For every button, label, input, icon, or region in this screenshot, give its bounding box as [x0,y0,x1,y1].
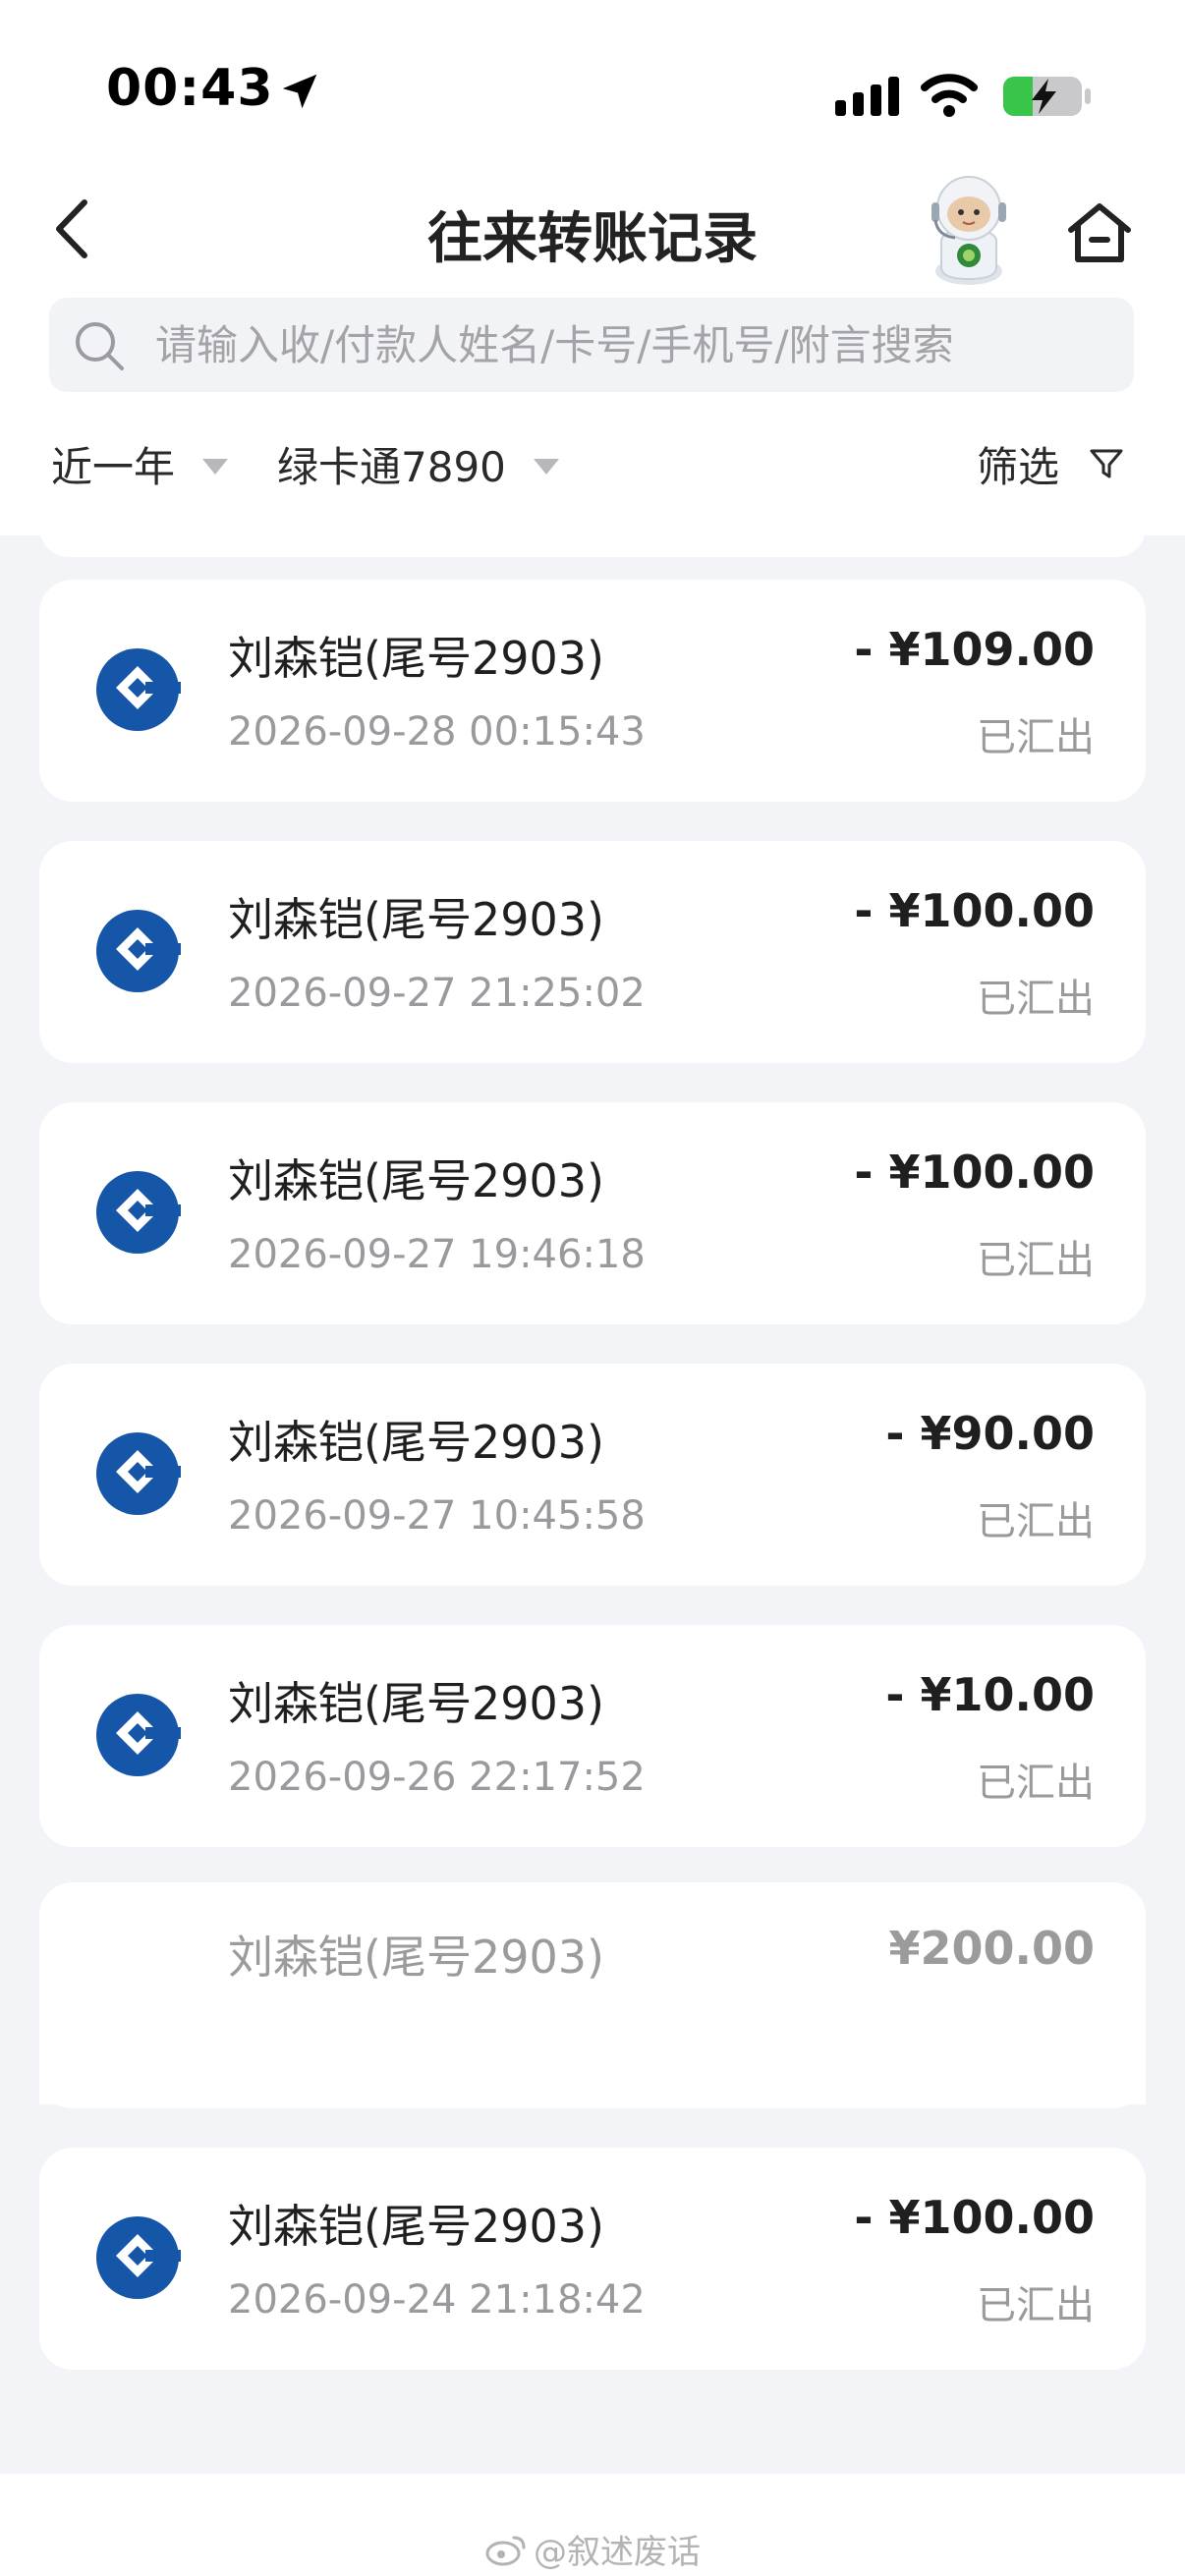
record-payee: 刘森铠(尾号2903) [228,632,604,685]
transfer-record[interactable]: 刘森铠(尾号2903) 2026-09-24 21:18:42 - ¥100.00 已… [39,2148,1146,2370]
record-datetime: 2026-09-28 00:15:43 [228,709,646,755]
record-amount: - ¥100.00 [854,2191,1095,2244]
record-datetime: 2026-09-27 19:46:18 [228,1232,646,1277]
assistant-mascot-icon[interactable] [916,173,1022,287]
location-arrow-icon [282,74,317,109]
transfer-record[interactable]: 刘森铠(尾号2903) 2026-09-27 19:46:18 - ¥100.00 已… [39,1102,1146,1324]
transfer-record[interactable]: 刘森铠(尾号2903) 2026-09-28 00:15:43 - ¥109.00 已… [39,580,1146,802]
watermark: @叙述废话 [0,2525,1185,2573]
record-payee: 刘森铠(尾号2903) [228,2200,604,2253]
weibo-logo-icon [485,2536,526,2565]
record-amount: - ¥100.00 [854,1146,1095,1199]
record-status: 已汇出 [977,1761,1095,1806]
record-status: 已汇出 [977,2283,1095,2328]
status-time: 00:43 [106,59,274,118]
ccb-bank-logo-icon [96,1694,181,1776]
ccb-bank-logo-icon [96,648,181,731]
record-datetime: 2026-09-27 10:45:58 [228,1493,646,1539]
search-input[interactable] [155,317,1118,372]
chevron-down-icon [533,459,559,475]
ccb-bank-logo-icon [96,1171,181,1254]
top-panel: 00:43 往来转账记录 请输入收/付款人姓名/卡号/手机号/附言搜索 近一年 … [0,0,1185,535]
record-amount: - ¥109.00 [854,623,1095,676]
record-status: 已汇出 [977,715,1095,760]
status-bar: 00:43 [0,0,1185,147]
record-payee: 刘森铠(尾号2903) [228,1416,604,1469]
ccb-bank-logo-icon [96,1432,181,1515]
wifi-icon [921,74,978,117]
chevron-down-icon [202,459,229,475]
cellular-signal-icon [835,77,899,116]
period-label: 近一年 [51,442,176,491]
home-icon[interactable] [1065,200,1134,265]
record-payee: 刘森铠(尾号2903) [228,1677,604,1730]
record-amount: ¥200.00 [888,1922,1095,1975]
record-status: 已汇出 [977,1238,1095,1283]
previous-card-edge [39,528,1146,557]
record-payee: 刘森铠(尾号2903) [228,1154,604,1207]
transfer-record[interactable]: 刘森铠(尾号2903) 2026-09-27 21:25:02 - ¥100.00 已… [39,841,1146,1063]
funnel-icon [1090,449,1123,478]
record-status: 已汇出 [977,1499,1095,1544]
period-dropdown[interactable]: 近一年 [51,436,229,491]
transfer-record[interactable]: 刘森铠(尾号2903) 2026-09-27 10:45:58 - ¥90.00 已汇… [39,1364,1146,1586]
search-bar[interactable] [49,298,1134,392]
card-dropdown[interactable]: 绿卡通7890 [277,436,559,491]
record-amount: - ¥100.00 [854,884,1095,937]
record-payee: 刘森铠(尾号2903) [228,1931,604,1984]
ccb-bank-logo-icon [96,2216,181,2299]
record-datetime: 2026-09-24 21:18:42 [228,2277,646,2323]
record-status: 已汇出 [977,977,1095,1022]
record-amount: - ¥10.00 [885,1668,1095,1721]
search-icon [76,322,124,370]
record-payee: 刘森铠(尾号2903) [228,893,604,946]
record-datetime: 2026-09-27 21:25:02 [228,971,646,1016]
battery-charging-icon [1003,77,1091,116]
transfer-record[interactable]: 刘森铠(尾号2903) 2026-09-26 22:17:52 - ¥10.00 已汇… [39,1625,1146,1847]
record-amount: - ¥90.00 [885,1407,1095,1460]
ccb-bank-logo-icon [96,910,181,992]
card-label: 绿卡通7890 [277,442,506,491]
filter-label: 筛选 [977,442,1060,491]
record-datetime: 2026-09-26 22:17:52 [228,1755,646,1800]
transfer-record-partial[interactable]: 刘森铠(尾号2903) ¥200.00 [39,1882,1146,2104]
watermark-text: @叙述废话 [534,2533,701,2572]
filter-button[interactable]: 筛选 [977,436,1124,491]
